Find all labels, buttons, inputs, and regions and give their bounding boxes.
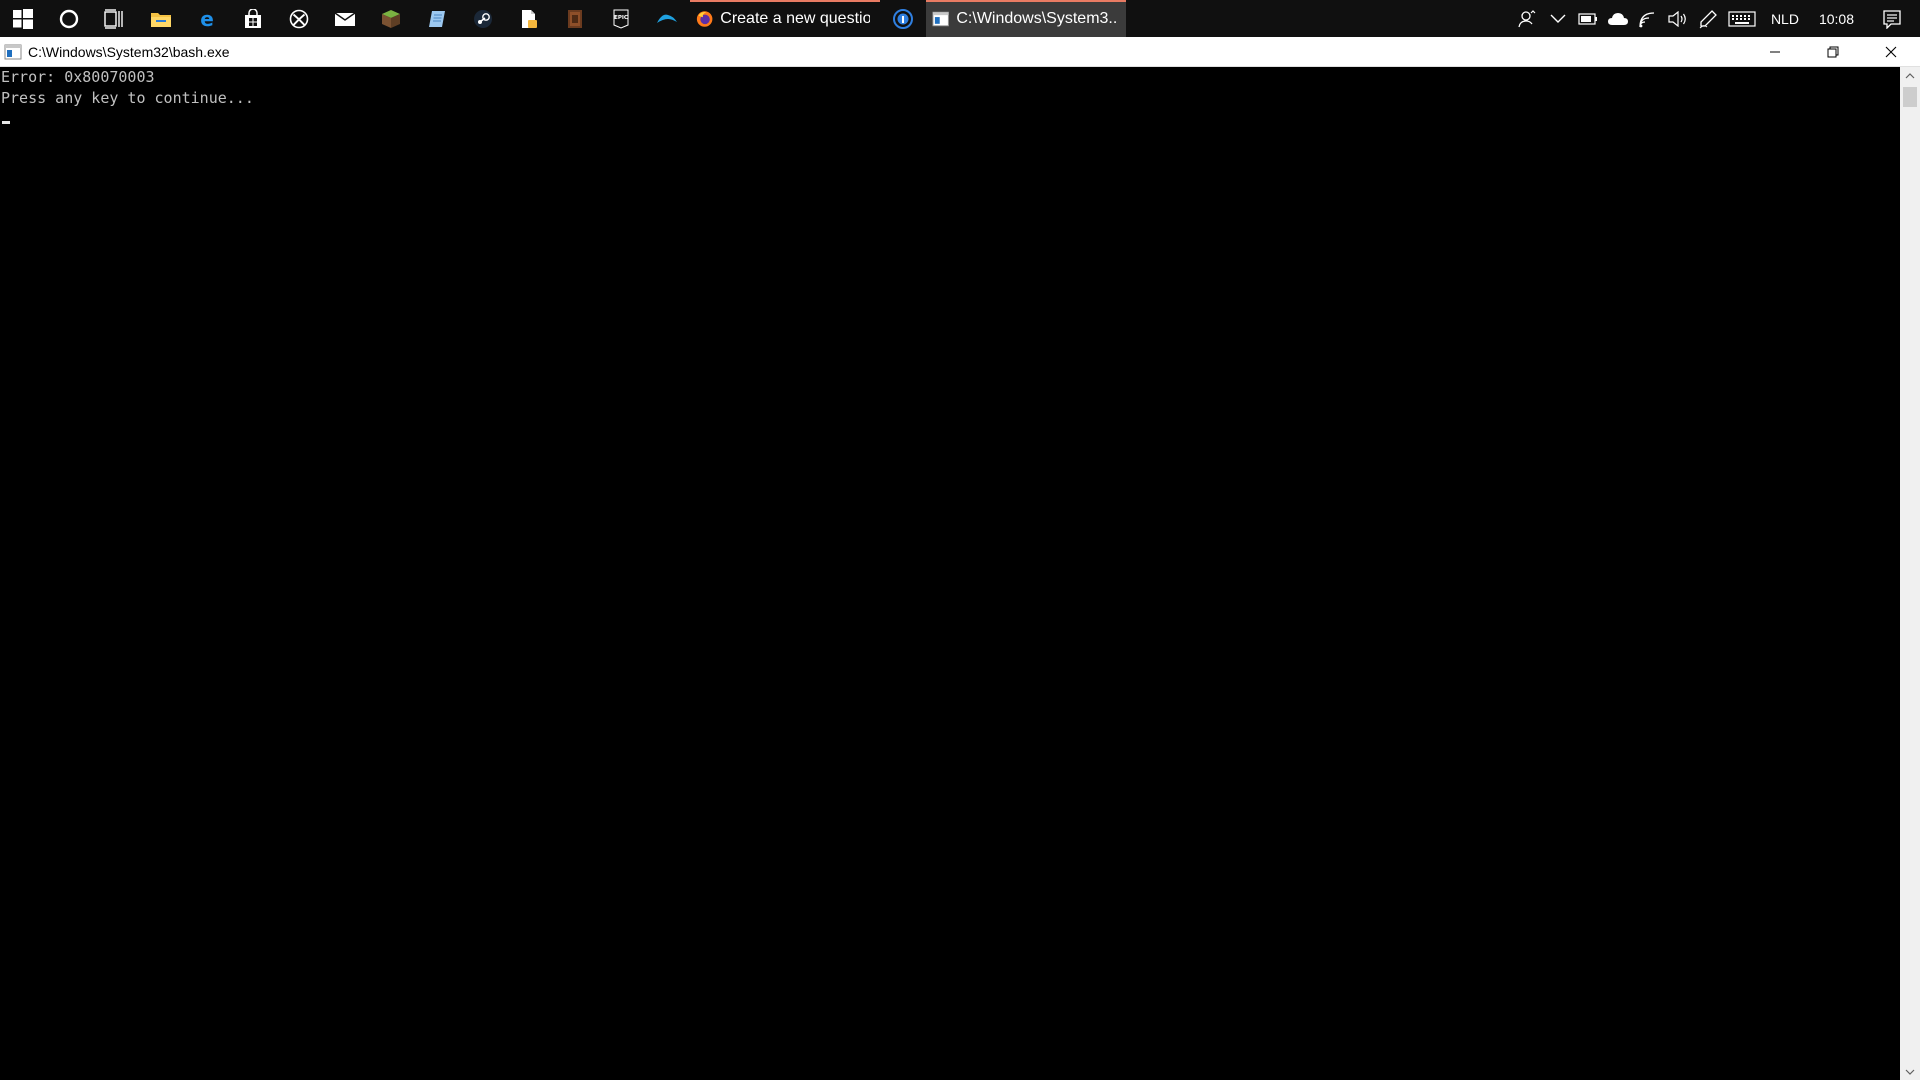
window-titlebar[interactable]: C:\Windows\System32\bash.exe bbox=[0, 37, 1920, 67]
chevron-up-icon bbox=[1905, 72, 1915, 78]
file-explorer-icon bbox=[151, 12, 171, 27]
window-icon[interactable] bbox=[2, 37, 24, 67]
scroll-thumb[interactable] bbox=[1903, 87, 1917, 107]
action-center-button[interactable] bbox=[1864, 0, 1920, 37]
input-language[interactable]: NLD bbox=[1761, 0, 1809, 37]
svg-text:e: e bbox=[200, 9, 214, 29]
running-indicator bbox=[926, 0, 1126, 2]
start-icon bbox=[13, 8, 33, 29]
start-button[interactable] bbox=[0, 0, 46, 37]
taskbar-app-label: Create a new question... bbox=[720, 9, 870, 27]
restore-button[interactable] bbox=[1804, 37, 1862, 67]
file-explorer-button[interactable] bbox=[138, 0, 184, 37]
xbox-icon bbox=[289, 9, 309, 28]
info-circle-icon bbox=[893, 8, 913, 29]
mail-button[interactable] bbox=[322, 0, 368, 37]
chevron-down-icon bbox=[1905, 1069, 1915, 1075]
window-controls bbox=[1746, 37, 1920, 67]
edge-button[interactable]: e bbox=[184, 0, 230, 37]
onedrive-button[interactable] bbox=[1603, 0, 1633, 37]
vertical-scrollbar[interactable] bbox=[1900, 67, 1920, 1080]
blue-app-button[interactable] bbox=[644, 0, 690, 37]
minecraft-button[interactable] bbox=[368, 0, 414, 37]
game-launcher-icon bbox=[568, 9, 582, 28]
restore-icon bbox=[1827, 46, 1839, 57]
console-window-icon bbox=[932, 11, 949, 26]
console-line-prompt: Press any key to continue... bbox=[1, 89, 254, 107]
cortana-button[interactable] bbox=[46, 0, 92, 37]
notes-button[interactable] bbox=[414, 0, 460, 37]
console-output[interactable]: Error: 0x80070003 Press any key to conti… bbox=[0, 67, 1900, 1080]
store-icon bbox=[245, 8, 261, 28]
console-window-icon bbox=[4, 44, 22, 59]
touch-keyboard-button[interactable] bbox=[1723, 0, 1761, 37]
network-button[interactable] bbox=[1633, 0, 1663, 37]
volume-button[interactable] bbox=[1663, 0, 1693, 37]
taskbar-pinned-apps: e EPIC Create a new questio C:\Windows\S… bbox=[0, 0, 1126, 37]
svg-text:EPIC: EPIC bbox=[614, 15, 628, 21]
cortana-icon bbox=[59, 9, 79, 28]
steam-icon bbox=[474, 9, 492, 28]
scroll-up-button[interactable] bbox=[1900, 67, 1920, 84]
text-cursor bbox=[2, 121, 10, 124]
edge-icon: e bbox=[200, 9, 214, 29]
speaker-icon bbox=[1668, 10, 1686, 27]
document-button[interactable] bbox=[506, 0, 552, 37]
notes-icon bbox=[429, 10, 445, 27]
taskbar-app-firefox[interactable]: Create a new question... bbox=[690, 0, 880, 37]
close-button[interactable] bbox=[1862, 37, 1920, 67]
battery-icon bbox=[1578, 12, 1597, 25]
task-view-icon bbox=[104, 8, 123, 29]
running-indicator bbox=[690, 0, 880, 2]
taskbar-app-console[interactable]: C:\Windows\System3... bbox=[926, 0, 1126, 37]
firefox-icon bbox=[696, 10, 713, 27]
chevron-down-icon bbox=[1550, 14, 1566, 23]
close-icon bbox=[1885, 46, 1897, 57]
taskbar-app-label: C:\Windows\System3... bbox=[956, 9, 1116, 27]
taskbar: e EPIC Create a new questio C:\Windows\S… bbox=[0, 0, 1920, 37]
window-title: C:\Windows\System32\bash.exe bbox=[28, 43, 230, 60]
pen-workspace-button[interactable] bbox=[1693, 0, 1723, 37]
minimize-icon bbox=[1770, 51, 1780, 52]
clock[interactable]: 10:08 bbox=[1809, 0, 1864, 37]
xbox-button[interactable] bbox=[276, 0, 322, 37]
mail-icon bbox=[334, 11, 356, 26]
store-button[interactable] bbox=[230, 0, 276, 37]
keyboard-icon bbox=[1728, 10, 1756, 27]
blue-app-icon bbox=[657, 14, 677, 23]
task-view-button[interactable] bbox=[92, 0, 138, 37]
minecraft-icon bbox=[382, 9, 400, 28]
battery-button[interactable] bbox=[1573, 0, 1603, 37]
notification-icon bbox=[1883, 9, 1901, 29]
scroll-down-button[interactable] bbox=[1900, 1063, 1920, 1080]
epic-games-button[interactable]: EPIC bbox=[598, 0, 644, 37]
game-launcher-button[interactable] bbox=[552, 0, 598, 37]
console-line-error: Error: 0x80070003 bbox=[1, 68, 155, 86]
people-icon bbox=[1518, 9, 1536, 27]
cloud-icon bbox=[1607, 12, 1628, 25]
wifi-icon bbox=[1639, 11, 1654, 27]
minimize-button[interactable] bbox=[1746, 37, 1804, 67]
password-manager-button[interactable] bbox=[880, 0, 926, 37]
cursor-line bbox=[1, 109, 1900, 130]
console-window: C:\Windows\System32\bash.exe Error: 0x80… bbox=[0, 37, 1920, 1080]
system-tray: NLD 10:08 bbox=[1513, 0, 1920, 37]
people-button[interactable] bbox=[1513, 0, 1543, 37]
pen-icon bbox=[1699, 9, 1717, 28]
show-hidden-icons-button[interactable] bbox=[1543, 0, 1573, 37]
epic-games-icon: EPIC bbox=[613, 9, 629, 29]
document-icon bbox=[522, 9, 537, 28]
steam-button[interactable] bbox=[460, 0, 506, 37]
